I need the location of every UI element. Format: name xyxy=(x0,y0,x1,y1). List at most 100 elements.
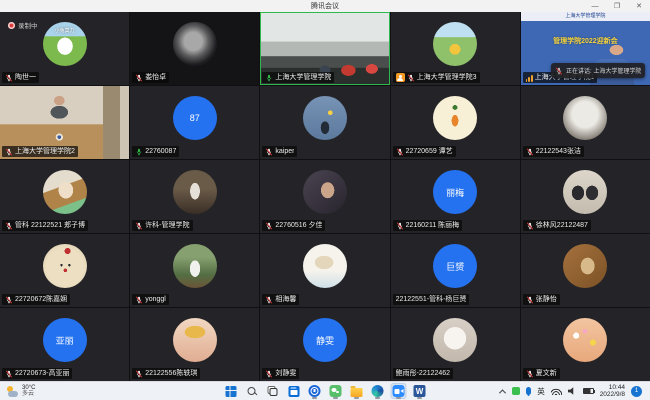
participant-avatar: 小兔莫力 xyxy=(43,22,87,66)
participant-avatar xyxy=(173,318,217,362)
participant-tile[interactable]: 静雯 刘静雯 xyxy=(260,308,389,381)
wechat-dot-tray-icon[interactable] xyxy=(512,387,520,395)
participant-tile[interactable]: 上海大学管理学院3 xyxy=(391,12,520,85)
taskbar: 30°C 多云 W 英 10:44 2022/9/8 1 xyxy=(0,381,650,400)
participant-tile[interactable]: 22760516 夕佳 xyxy=(260,160,389,233)
participant-tile[interactable]: 张静怡 xyxy=(521,234,650,307)
mic-tray-icon[interactable] xyxy=(526,387,531,395)
participant-name: 22122556陈轶琪 xyxy=(145,369,197,378)
mic-on-icon xyxy=(265,74,273,82)
search-app-icon[interactable] xyxy=(244,383,260,399)
taskview-app-icon[interactable] xyxy=(265,383,281,399)
participant-tile[interactable]: 许科-管理学院 xyxy=(130,160,259,233)
participant-tile[interactable]: 22122556陈轶琪 xyxy=(130,308,259,381)
participant-name-label: kaiper xyxy=(262,146,297,157)
participant-name-label: 夏文新 xyxy=(523,368,560,379)
weather-icon xyxy=(6,386,19,397)
participant-tile[interactable]: 亚丽 22720673-高亚丽 xyxy=(0,308,129,381)
participant-name: 上海大学管理学院2 xyxy=(15,147,75,156)
participant-tile[interactable]: 22122543张洁 xyxy=(521,86,650,159)
participant-tile[interactable]: 管科 22122521 郏子博 xyxy=(0,160,129,233)
participant-avatar: 亚丽 xyxy=(43,318,87,362)
participant-name-label: 陶世一 xyxy=(2,72,39,83)
weather-condition: 多云 xyxy=(22,391,35,397)
title-bar: 腾讯会议 — ❐ ✕ xyxy=(0,0,650,12)
battery-tray-icon[interactable] xyxy=(583,388,594,394)
start-app-icon[interactable] xyxy=(223,383,239,399)
taskbar-clock[interactable]: 10:44 2022/9/8 xyxy=(600,384,625,398)
weather-widget[interactable]: 30°C 多云 xyxy=(0,385,35,397)
mic-muted-icon xyxy=(5,148,13,156)
participant-tile[interactable]: yonggl xyxy=(130,234,259,307)
participant-name: 22720673-高亚丽 xyxy=(15,369,69,378)
store-app-icon[interactable] xyxy=(286,383,302,399)
avatar-text: 丽梅 xyxy=(446,186,464,199)
recording-icon xyxy=(8,22,15,29)
participant-tile[interactable]: kaiper xyxy=(260,86,389,159)
mic-muted-icon xyxy=(5,296,13,304)
system-tray: 英 10:44 2022/9/8 1 xyxy=(498,382,650,400)
mic-muted-icon xyxy=(526,222,534,230)
participant-tile[interactable]: 丽梅 22160211 陈丽梅 xyxy=(391,160,520,233)
participant-avatar: 静雯 xyxy=(303,318,347,362)
mic-muted-icon xyxy=(396,148,404,156)
participant-tile[interactable]: 87 22760087 xyxy=(130,86,259,159)
participant-name-label: 管科 22122521 郏子博 xyxy=(2,220,88,231)
ime-tray-icon[interactable]: 英 xyxy=(537,386,545,397)
clock-app-icon[interactable] xyxy=(307,383,323,399)
participant-avatar xyxy=(173,170,217,214)
participant-avatar xyxy=(43,170,87,214)
clock-time: 10:44 xyxy=(609,384,625,391)
mic-muted-icon xyxy=(265,222,273,230)
edge-app-icon[interactable] xyxy=(370,383,386,399)
participant-avatar: 丽梅 xyxy=(433,170,477,214)
participant-name: 上海大学管理学院3 xyxy=(417,73,477,82)
participant-tile[interactable]: 夏文新 xyxy=(521,308,650,381)
speaking-toast: 正在讲话: 上海大学管理学院 2... xyxy=(551,63,645,78)
participant-name-label: 22122543张洁 xyxy=(523,146,584,157)
chevron-tray-icon[interactable] xyxy=(498,387,506,395)
mic-muted-icon xyxy=(135,296,143,304)
mic-muted-icon xyxy=(407,74,415,82)
participant-tile[interactable]: 巨赟 22122551-管科-杨巨赟 xyxy=(391,234,520,307)
participant-name-label: 22122556陈轶琪 xyxy=(132,368,200,379)
participant-avatar xyxy=(563,96,607,140)
participant-tile[interactable]: 娄怡卓 xyxy=(130,12,259,85)
wifi-tray-icon[interactable] xyxy=(551,388,562,395)
participant-tile[interactable]: 相海馨 xyxy=(260,234,389,307)
notification-badge[interactable]: 1 xyxy=(631,386,642,397)
participant-tile[interactable]: 徐林风22122487 xyxy=(521,160,650,233)
participant-name-label: 22720659 谭艺 xyxy=(393,146,456,157)
participant-avatar xyxy=(563,244,607,288)
mic-muted-icon xyxy=(5,370,13,378)
presentation-screen-title: 管理学院2022迎新会 xyxy=(521,36,650,46)
participant-name-label: 许科-管理学院 xyxy=(132,220,192,231)
participant-tile[interactable]: 小兔莫力 录制中 陶世一 xyxy=(0,12,129,85)
participant-name: 鲍雨彤-22122462 xyxy=(396,369,450,378)
participant-tile[interactable]: 22720659 谭艺 xyxy=(391,86,520,159)
participant-name: 相海馨 xyxy=(275,295,296,304)
tencent-meeting-window: 腾讯会议 — ❐ ✕ 小兔莫力 录制中 陶世一 娄怡卓 xyxy=(0,0,650,400)
explorer-app-icon[interactable] xyxy=(349,383,365,399)
participant-tile[interactable]: 上海大学管理学院2 xyxy=(0,86,129,159)
meeting-app-icon[interactable] xyxy=(391,383,407,399)
participant-tile[interactable]: 鲍雨彤-22122462 xyxy=(391,308,520,381)
participant-name: 22720659 谭艺 xyxy=(406,147,453,156)
participant-name-label: 张静怡 xyxy=(523,294,560,305)
mic-muted-icon xyxy=(265,148,273,156)
participant-name: 夏文新 xyxy=(536,369,557,378)
participant-name-label: 徐林风22122487 xyxy=(523,220,591,231)
word-app-icon[interactable]: W xyxy=(412,383,428,399)
participant-name: 许科-管理学院 xyxy=(145,221,189,230)
word-icon: W xyxy=(414,385,426,397)
participant-avatar xyxy=(303,96,347,140)
wechat-app-icon[interactable] xyxy=(328,383,344,399)
vol-tray-icon[interactable] xyxy=(568,387,577,396)
mic-muted-icon xyxy=(265,370,273,378)
participant-tile[interactable]: 22720672陈嘉娴 xyxy=(0,234,129,307)
participant-name: 刘静雯 xyxy=(275,369,296,378)
mic-muted-icon xyxy=(5,74,13,82)
participant-avatar: 87 xyxy=(173,96,217,140)
participant-avatar xyxy=(563,170,607,214)
participant-tile[interactable]: 上海大学管理学院 xyxy=(260,12,389,85)
